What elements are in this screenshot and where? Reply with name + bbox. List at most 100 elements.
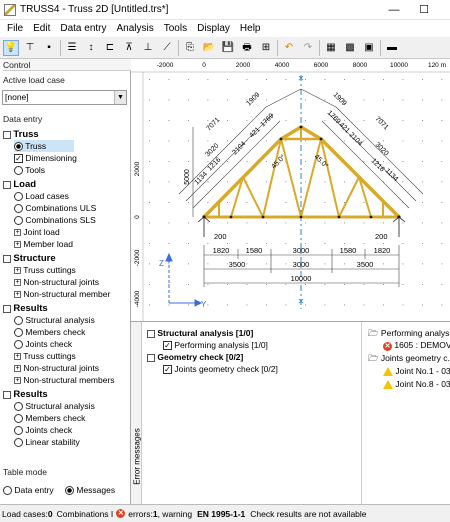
item-non-structural-member[interactable]: + Non-structural member: [14, 288, 110, 300]
web-member[interactable]: [262, 138, 282, 218]
msg-joints-geometry[interactable]: ✓ Joints geometry check [0/2]: [163, 363, 278, 375]
table-mode-messages[interactable]: Messages: [65, 484, 115, 496]
menu-data-entry[interactable]: Data entry: [55, 23, 111, 34]
menu-edit[interactable]: Edit: [28, 23, 55, 34]
grid-dot: [227, 140, 228, 142]
joint-tool-icon[interactable]: ▪: [41, 40, 57, 56]
grid-dot: [422, 263, 423, 265]
item-results-non-structural-joints[interactable]: + Non-structural joints: [14, 362, 99, 374]
menu-help[interactable]: Help: [235, 23, 266, 34]
tick-label: 8000: [353, 62, 368, 69]
web-member[interactable]: [320, 138, 340, 218]
msg-geometry-check[interactable]: Geometry check [0/2]: [147, 351, 243, 363]
item-load-cases[interactable]: Load cases: [14, 190, 69, 202]
collapse-box-icon: [3, 130, 11, 139]
item-dimensioning[interactable]: ✓ Dimensioning: [14, 152, 77, 164]
grid-dot: [207, 284, 209, 285]
web-member[interactable]: [338, 176, 360, 218]
web-member[interactable]: [300, 138, 322, 218]
undo-icon[interactable]: ↶: [281, 40, 297, 56]
grid-icon[interactable]: ▦: [323, 40, 339, 56]
expand-icon: +: [14, 279, 21, 287]
item-joints-check[interactable]: Joints check: [14, 338, 72, 350]
grid-dot: [344, 120, 345, 121]
item-results-truss-cuttings[interactable]: + Truss cuttings: [14, 350, 76, 362]
item-structural-analysis[interactable]: Structural analysis: [14, 314, 95, 326]
item-combinations-uls[interactable]: Combinations ULS: [14, 202, 96, 214]
detail-joints-geometry[interactable]: 🗁 Joints geometry c...: [368, 352, 450, 364]
item-truss[interactable]: Truss: [14, 140, 74, 152]
item-members-check-2[interactable]: Members check: [14, 412, 85, 424]
dimension-tool-icon[interactable]: ⟋: [159, 40, 175, 56]
redo-icon[interactable]: ↷: [300, 40, 316, 56]
window-title: TRUSS4 - Truss 2D [Untitled.trs*]: [20, 4, 169, 15]
joint: [319, 137, 323, 141]
section-truss[interactable]: Truss: [3, 128, 39, 140]
warning-icon: [383, 367, 393, 377]
active-load-case-select[interactable]: [none] ▼: [2, 90, 127, 105]
item-members-check[interactable]: Members check: [14, 326, 85, 338]
vertical-tool-icon[interactable]: ↕: [83, 40, 99, 56]
minimize-button[interactable]: —: [384, 2, 404, 18]
copy-icon[interactable]: ⎘: [182, 40, 198, 56]
item-structural-analysis-2[interactable]: Structural analysis: [14, 400, 95, 412]
grid-dot: [305, 181, 306, 183]
detail-warning-1[interactable]: Joint No.1 - 03...: [383, 365, 450, 377]
detail-performing-analysis[interactable]: 🗁 Performing analysis: [368, 327, 450, 339]
detail-warning-2[interactable]: Joint No.8 - 03...: [383, 378, 450, 390]
msg-performing-analysis[interactable]: ✓ Performing analysis [1/0]: [163, 339, 268, 351]
member-tool-icon[interactable]: ⊏: [102, 40, 118, 56]
item-non-structural-joints[interactable]: + Non-structural joints: [14, 276, 99, 288]
drawing-canvas[interactable]: -2000 0 2000 4000 6000 8000 10000 120 m …: [131, 59, 450, 322]
menu-tools[interactable]: Tools: [159, 23, 192, 34]
truss-drawing[interactable]: -2000 0 2000 4000 6000 8000 10000 120 m …: [131, 59, 450, 322]
msg-structural-analysis[interactable]: Structural analysis [1/0]: [147, 327, 253, 339]
section-results[interactable]: Results: [3, 302, 48, 314]
display-icon[interactable]: ▣: [361, 40, 377, 56]
web-member[interactable]: [242, 176, 264, 218]
line-icon[interactable]: ▬: [384, 40, 400, 56]
item-combinations-sls[interactable]: Combinations SLS: [14, 214, 96, 226]
item-member-load[interactable]: + Member load: [14, 238, 73, 250]
align-icon[interactable]: ☰: [64, 40, 80, 56]
messages-side-tab[interactable]: Error messages: [131, 322, 142, 504]
item-truss-cuttings[interactable]: + Truss cuttings: [14, 264, 76, 276]
open-icon[interactable]: 📂: [201, 40, 217, 56]
pane-divider[interactable]: [361, 322, 362, 504]
menu-display[interactable]: Display: [192, 23, 235, 34]
section-results-2[interactable]: Results: [3, 388, 48, 400]
bulb-icon[interactable]: 💡: [3, 39, 19, 56]
item-joint-load[interactable]: + Joint load: [14, 226, 60, 238]
grid-dot: [266, 79, 267, 80]
print-preview-icon[interactable]: ⊞: [258, 40, 274, 56]
truss-tool-icon[interactable]: ⊤: [22, 40, 38, 56]
item-tools[interactable]: Tools: [14, 164, 45, 176]
menu-analysis[interactable]: Analysis: [112, 23, 159, 34]
table-mode-data-entry[interactable]: Data entry: [3, 484, 54, 496]
menu-file[interactable]: File: [2, 23, 28, 34]
section-structure[interactable]: Structure: [3, 252, 56, 264]
dim-label: 1580: [340, 246, 357, 255]
web-member[interactable]: [280, 138, 302, 218]
maximize-button[interactable]: ☐: [414, 2, 434, 18]
item-joints-check-2[interactable]: Joints check: [14, 424, 72, 436]
grid-dot: [344, 222, 345, 224]
toolbar-separator: [380, 39, 381, 56]
radio-icon: [14, 340, 23, 350]
folder-icon: 🗁: [368, 353, 379, 363]
grid-dot: [207, 181, 209, 183]
grid-dot: [422, 120, 423, 121]
detail-error[interactable]: ✕ 1605 : DEMOV...: [383, 339, 450, 351]
load-tool-icon[interactable]: ⊼: [121, 40, 137, 56]
chevron-down-icon[interactable]: ▼: [114, 91, 126, 104]
radio-icon: [14, 328, 23, 338]
section-load[interactable]: Load: [3, 178, 36, 190]
save-icon[interactable]: 💾: [220, 40, 236, 56]
item-results-non-structural-members[interactable]: + Non-structural members: [14, 374, 115, 386]
item-linear-stability[interactable]: Linear stability: [14, 436, 80, 448]
grid-settings-icon[interactable]: ▩: [342, 40, 358, 56]
collapse-box-icon: [3, 254, 11, 263]
print-icon[interactable]: 🖶: [239, 40, 255, 56]
support-tool-icon[interactable]: ⊥: [140, 40, 156, 56]
grid-dot: [207, 222, 209, 224]
